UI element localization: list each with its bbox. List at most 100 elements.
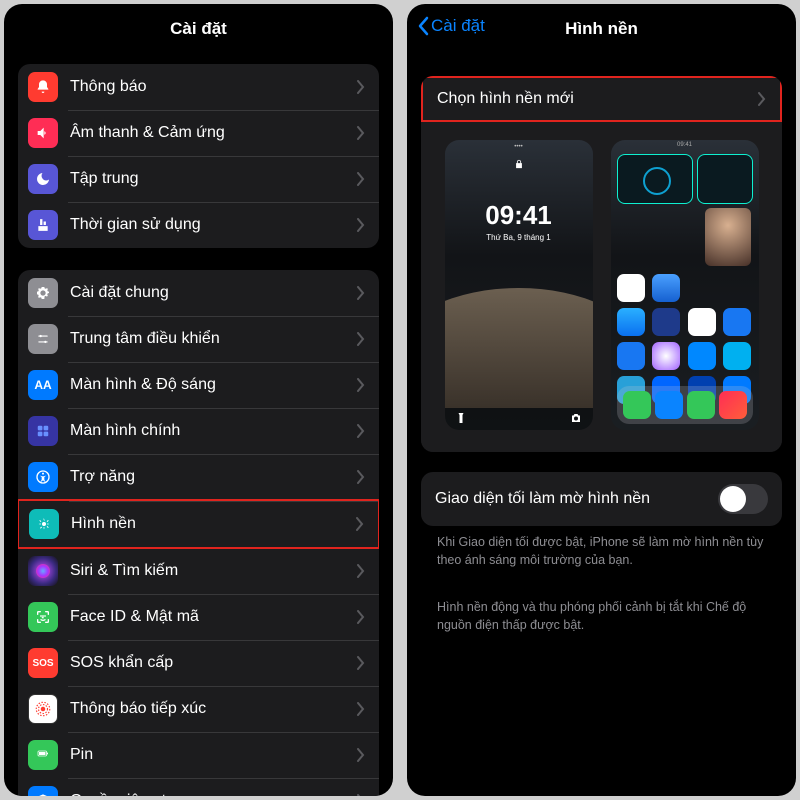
row-sos[interactable]: SOS SOS khẩn cấp <box>18 640 379 686</box>
row-label: Thông báo tiếp xúc <box>70 700 357 718</box>
homescreen-icon <box>28 416 58 446</box>
calendar-widget <box>697 154 752 204</box>
row-label: Âm thanh & Cảm ứng <box>70 124 357 142</box>
row-label: Quyền riêng tư <box>70 792 357 796</box>
chevron-right-icon <box>356 517 364 531</box>
row-label: Thông báo <box>70 78 357 96</box>
chevron-right-icon <box>357 748 365 762</box>
app-icon <box>652 308 680 336</box>
screentime-icon <box>28 210 58 240</box>
settings-screen: Cài đặt Thông báo Âm thanh & Cảm ứng <box>4 4 393 796</box>
wallpaper-content: Chọn hình nền mới •••• 09:41 Thứ Ba, 9 t… <box>407 54 796 796</box>
row-label: Cài đặt chung <box>70 284 357 302</box>
wallpaper-previews: •••• 09:41 Thứ Ba, 9 tháng 1 <box>421 122 782 452</box>
footnote-2: Hình nền động và thu phóng phối cảnh bị … <box>421 591 782 642</box>
chevron-right-icon <box>758 92 766 106</box>
lock-time: 09:41 <box>445 200 593 231</box>
home-apps-grid <box>617 274 753 404</box>
accessibility-icon <box>28 462 58 492</box>
row-label: Màn hình & Độ sáng <box>70 376 357 394</box>
back-button[interactable]: Cài đặt <box>417 16 485 36</box>
chevron-right-icon <box>357 378 365 392</box>
row-label: Pin <box>70 746 357 764</box>
row-focus[interactable]: Tập trung <box>18 156 379 202</box>
row-label: SOS khẩn cấp <box>70 654 357 672</box>
lock-icon <box>445 158 593 170</box>
sos-icon: SOS <box>28 648 58 678</box>
sounds-icon <box>28 118 58 148</box>
chevron-right-icon <box>357 794 365 796</box>
row-label: Trung tâm điều khiển <box>70 330 357 348</box>
chevron-right-icon <box>357 126 365 140</box>
chevron-right-icon <box>357 332 365 346</box>
row-exposure[interactable]: Thông báo tiếp xúc <box>18 686 379 732</box>
lockscreen-preview[interactable]: •••• 09:41 Thứ Ba, 9 tháng 1 <box>445 140 593 430</box>
settings-group-notifications: Thông báo Âm thanh & Cảm ứng Tập trung <box>18 64 379 248</box>
home-dock <box>617 386 753 424</box>
app-icon <box>617 274 645 302</box>
row-general[interactable]: Cài đặt chung <box>18 270 379 316</box>
row-siri[interactable]: Siri & Tìm kiếm <box>18 548 379 594</box>
flashlight-icon <box>455 412 569 426</box>
chevron-right-icon <box>357 218 365 232</box>
focus-icon <box>28 164 58 194</box>
dock-app-icon <box>623 391 651 419</box>
row-control-center[interactable]: Trung tâm điều khiển <box>18 316 379 362</box>
back-label: Cài đặt <box>431 16 485 36</box>
display-icon: AA <box>28 370 58 400</box>
app-icon <box>652 342 680 370</box>
row-sounds[interactable]: Âm thanh & Cảm ứng <box>18 110 379 156</box>
row-screentime[interactable]: Thời gian sử dụng <box>18 202 379 248</box>
row-homescreen[interactable]: Màn hình chính <box>18 408 379 454</box>
row-notifications[interactable]: Thông báo <box>18 64 379 110</box>
camera-icon <box>569 412 583 426</box>
home-widgets <box>611 150 759 208</box>
darken-row: Giao diện tối làm mờ hình nền <box>421 472 782 526</box>
homescreen-preview[interactable]: 09:41 <box>611 140 759 430</box>
row-label: Trợ năng <box>70 468 357 486</box>
app-icon <box>723 342 751 370</box>
row-label: Tập trung <box>70 170 357 188</box>
footnote-1: Khi Giao diện tối được bật, iPhone sẽ là… <box>421 526 782 577</box>
control-center-icon <box>28 324 58 354</box>
app-icon <box>617 308 645 336</box>
row-label: Face ID & Mật mã <box>70 608 357 626</box>
darken-group: Giao diện tối làm mờ hình nền <box>421 472 782 526</box>
settings-group-general: Cài đặt chung Trung tâm điều khiển AA Mà… <box>18 270 379 796</box>
siri-icon <box>28 556 58 586</box>
chevron-right-icon <box>357 610 365 624</box>
row-label: Thời gian sử dụng <box>70 216 357 234</box>
privacy-icon <box>28 786 58 796</box>
row-label: Siri & Tìm kiếm <box>70 562 357 580</box>
darken-label: Giao diện tối làm mờ hình nền <box>435 490 718 508</box>
photo-widget <box>705 208 751 266</box>
app-icon <box>617 342 645 370</box>
settings-header: Cài đặt <box>4 4 393 54</box>
chevron-right-icon <box>357 656 365 670</box>
settings-title: Cài đặt <box>170 19 227 39</box>
row-display[interactable]: AA Màn hình & Độ sáng <box>18 362 379 408</box>
chevron-right-icon <box>357 80 365 94</box>
app-icon <box>723 308 751 336</box>
row-wallpaper[interactable]: Hình nền <box>18 499 379 549</box>
wallpaper-group: Chọn hình nền mới •••• 09:41 Thứ Ba, 9 t… <box>421 76 782 452</box>
row-privacy[interactable]: Quyền riêng tư <box>18 778 379 796</box>
wallpaper-icon <box>29 509 59 539</box>
exposure-icon <box>28 694 58 724</box>
darken-toggle[interactable] <box>718 484 768 514</box>
app-icon <box>652 274 680 302</box>
home-status: 09:41 <box>611 140 759 150</box>
chevron-right-icon <box>357 470 365 484</box>
chevron-right-icon <box>357 564 365 578</box>
lock-date: Thứ Ba, 9 tháng 1 <box>445 233 593 242</box>
wallpaper-title: Hình nền <box>565 19 638 39</box>
lock-floor-bg <box>445 288 593 408</box>
choose-wallpaper-row[interactable]: Chọn hình nền mới <box>421 76 782 122</box>
row-faceid[interactable]: Face ID & Mật mã <box>18 594 379 640</box>
chevron-right-icon <box>357 424 365 438</box>
wallpaper-screen: Cài đặt Hình nền Chọn hình nền mới •••• … <box>407 4 796 796</box>
row-battery[interactable]: Pin <box>18 732 379 778</box>
row-accessibility[interactable]: Trợ năng <box>18 454 379 500</box>
dock-app-icon <box>687 391 715 419</box>
settings-content: Thông báo Âm thanh & Cảm ứng Tập trung <box>4 54 393 796</box>
